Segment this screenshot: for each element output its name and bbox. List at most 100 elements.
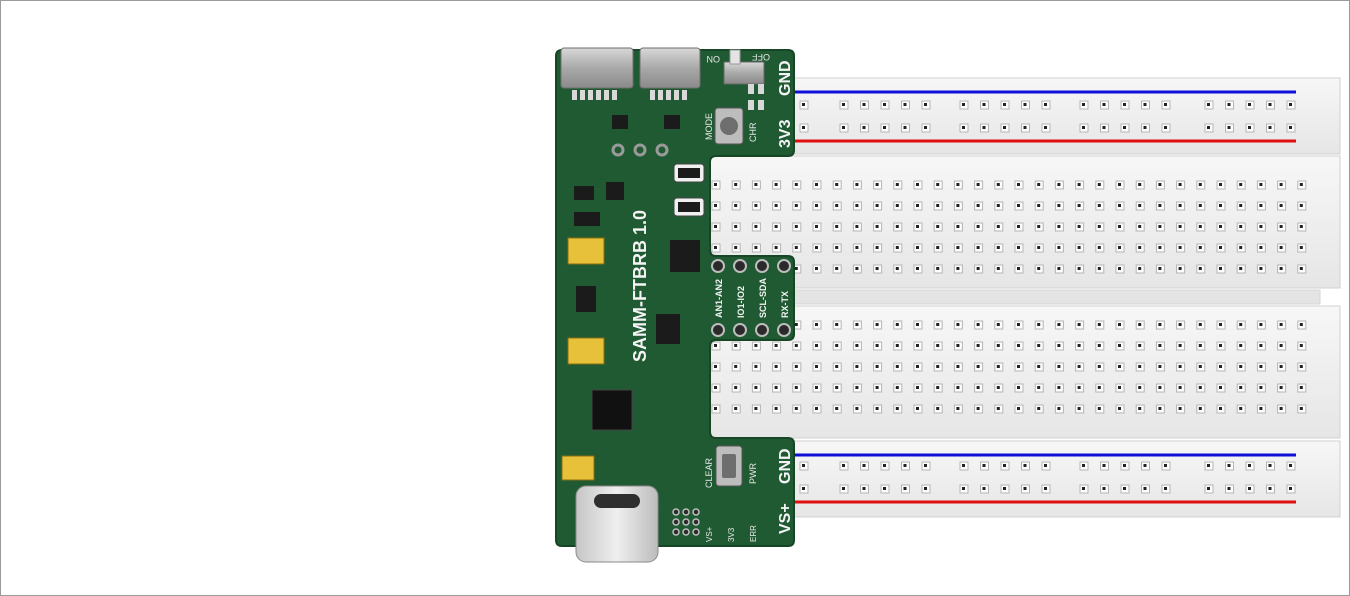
breadboard-hole-contact xyxy=(1239,344,1243,347)
breadboard-hole-contact xyxy=(1239,323,1243,326)
breadboard-hole-contact xyxy=(1279,344,1283,347)
breadboard-hole-contact xyxy=(936,407,940,410)
breadboard-hole-contact xyxy=(862,103,866,106)
breadboard-hole-contact xyxy=(895,183,899,186)
breadboard-hole-contact xyxy=(774,204,778,207)
mode-button-cap[interactable] xyxy=(720,117,738,135)
breadboard-hole-contact xyxy=(1044,464,1047,467)
breadboard-hole-contact xyxy=(976,246,980,249)
breadboard-hole-contact xyxy=(835,204,839,207)
breadboard-hole-contact xyxy=(1198,183,1202,186)
board-title: SAMM-FTBRB 1.0 xyxy=(630,210,650,362)
usb-c-port-opening[interactable] xyxy=(594,494,640,508)
breadboard-hole-contact xyxy=(1158,344,1162,347)
top-3v3-label: 3V3 xyxy=(777,119,794,148)
breadboard-hole-contact xyxy=(1017,204,1020,207)
breadboard-hole-contact xyxy=(1118,225,1121,228)
bottom-pin-label-vs: VS+ xyxy=(705,526,714,542)
breadboard-hole-contact xyxy=(1044,487,1047,490)
breadboard-hole-contact xyxy=(1198,323,1202,326)
breadboard-hole-contact xyxy=(916,344,919,347)
breadboard-hole-contact xyxy=(794,365,798,368)
breadboard-hole-contact xyxy=(883,126,886,129)
breadboard-hole-contact xyxy=(1178,183,1182,186)
breadboard-hole-contact xyxy=(1138,344,1142,347)
breadboard-hole-contact xyxy=(916,323,919,326)
breadboard-hole-contact xyxy=(774,225,778,228)
breadboard-hole-contact xyxy=(976,323,980,326)
breadboard-hole-contact xyxy=(1239,386,1243,389)
breadboard-hole-contact xyxy=(976,225,980,228)
breadboard-hole-contact xyxy=(855,246,859,249)
breadboard-hole-contact xyxy=(1289,487,1292,490)
breadboard-hole-contact xyxy=(1017,246,1020,249)
breadboard-hole-contact xyxy=(916,386,919,389)
breadboard-hole-contact xyxy=(976,204,980,207)
breadboard-hole-contact xyxy=(1299,407,1303,410)
breadboard-hole-contact xyxy=(1123,464,1126,467)
breadboard-hole-contact xyxy=(1123,487,1126,490)
clear-button-label: CLEAR xyxy=(704,457,714,488)
breadboard-hole-contact xyxy=(1138,183,1142,186)
breadboard-hole-contact xyxy=(1017,365,1020,368)
breadboard-hole-contact xyxy=(1178,386,1182,389)
breadboard-hole-contact xyxy=(1239,246,1243,249)
breadboard-hole-contact xyxy=(754,365,758,368)
breadboard-hole-contact xyxy=(1017,323,1020,326)
breadboard-hole-contact xyxy=(1158,204,1162,207)
breadboard-hole-contact xyxy=(1279,225,1283,228)
breadboard-hole-contact xyxy=(1259,407,1263,410)
breadboard-hole-contact xyxy=(1279,246,1283,249)
breadboard-hole-contact xyxy=(895,323,899,326)
breadboard-hole-contact xyxy=(1097,323,1101,326)
breadboard-hole-contact xyxy=(862,126,866,129)
breadboard-hole-contact xyxy=(1279,386,1283,389)
breadboard-hole-contact xyxy=(996,246,1000,249)
breadboard-hole-contact xyxy=(1239,407,1243,410)
slide-switch-knob[interactable] xyxy=(729,49,741,65)
breadboard-hole-contact xyxy=(815,323,818,326)
breadboard-hole-contact xyxy=(1259,183,1263,186)
breadboard-hole-contact xyxy=(835,344,839,347)
breadboard-hole-contact xyxy=(1158,407,1162,410)
breadboard-hole-contact xyxy=(982,126,986,129)
breadboard-hole-contact xyxy=(1023,126,1027,129)
breadboard-hole-contact xyxy=(1227,126,1231,129)
breadboard-hole-contact xyxy=(734,386,738,389)
breadboard-hole-contact xyxy=(1003,464,1006,467)
power-slide-switch[interactable] xyxy=(723,61,765,85)
breadboard-hole-contact xyxy=(936,323,940,326)
pin-label-an: AN1-AN2 xyxy=(714,279,724,318)
breadboard-hole-contact xyxy=(835,407,839,410)
breadboard-hole-contact xyxy=(1158,323,1162,326)
breadboard-hole-contact xyxy=(1239,225,1243,228)
breadboard-hole-contact xyxy=(734,204,738,207)
clear-button-cap[interactable] xyxy=(722,454,736,478)
breadboard-hole-contact xyxy=(862,464,866,467)
tantalum-capacitor-3 xyxy=(561,455,595,481)
breadboard-hole-contact xyxy=(1198,407,1202,410)
breadboard-hole-contact xyxy=(1037,323,1041,326)
breadboard-hole-contact xyxy=(924,487,927,490)
breadboard-hole-contact xyxy=(956,365,960,368)
breadboard-hole-contact xyxy=(916,365,919,368)
breadboard-hole-contact xyxy=(1077,204,1081,207)
breadboard-hole-contact xyxy=(1268,126,1272,129)
breadboard-hole-contact xyxy=(855,267,859,270)
breadboard-hole-contact xyxy=(1259,344,1263,347)
breadboard-hole-contact xyxy=(1259,267,1263,270)
breadboard-hole-contact xyxy=(1164,487,1167,490)
breadboard-hole-contact xyxy=(1023,103,1027,106)
breadboard-hole-contact xyxy=(794,323,798,326)
breadboard-hole-contact xyxy=(1158,183,1162,186)
top-power-rail-strip xyxy=(789,77,1341,155)
breadboard-hole-contact xyxy=(1138,323,1142,326)
breadboard-hole-contact xyxy=(1259,365,1263,368)
breadboard-hole-contact xyxy=(1279,407,1283,410)
breadboard-hole-contact xyxy=(976,183,980,186)
breadboard-hole-contact xyxy=(1077,365,1081,368)
breadboard-hole-contact xyxy=(895,267,899,270)
breadboard-hole-contact xyxy=(1268,464,1272,467)
breadboard-hole-contact xyxy=(802,126,805,129)
breadboard-hole-contact xyxy=(875,344,879,347)
